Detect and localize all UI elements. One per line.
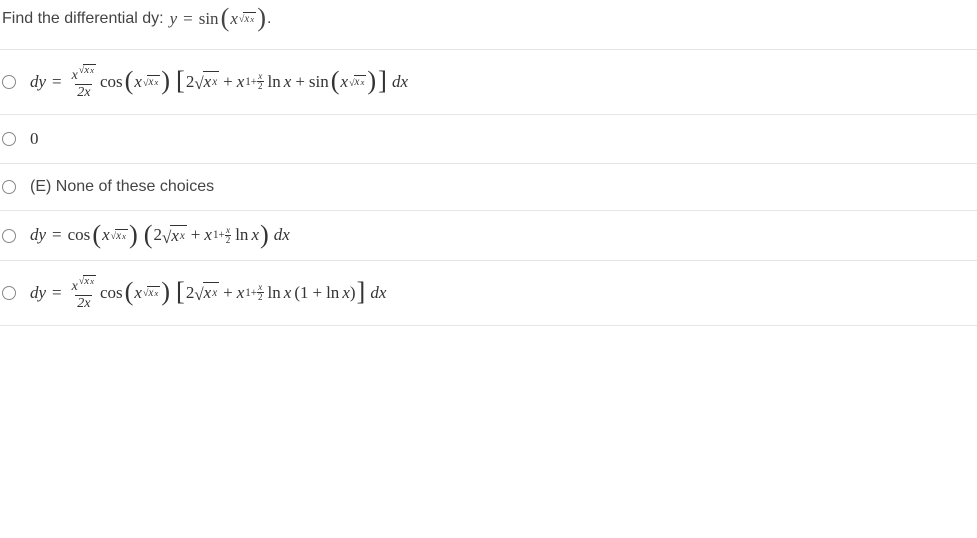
choices-list: dy= x √xx 2x cos ( x √xx ) [ 2 √xx + x 1… bbox=[0, 49, 977, 326]
choice-c-label: (E) None of these choices bbox=[30, 178, 214, 196]
choice-b-label: 0 bbox=[30, 129, 39, 149]
radio-icon[interactable] bbox=[2, 286, 16, 300]
radio-icon[interactable] bbox=[2, 180, 16, 194]
radio-icon[interactable] bbox=[2, 229, 16, 243]
choice-c[interactable]: (E) None of these choices bbox=[0, 163, 977, 210]
radio-icon[interactable] bbox=[2, 75, 16, 89]
question-period: . bbox=[267, 10, 271, 28]
choice-a-math: dy= x √xx 2x cos ( x √xx ) [ 2 √xx + x 1… bbox=[30, 64, 408, 100]
radio-icon[interactable] bbox=[2, 132, 16, 146]
choice-e[interactable]: dy= x √xx 2x cos ( x √xx ) [ 2 √xx + x 1… bbox=[0, 260, 977, 326]
choice-a[interactable]: dy= x √xx 2x cos ( x √xx ) [ 2 √xx + x 1… bbox=[0, 49, 977, 114]
prompt-text: Find the differential dy: bbox=[2, 10, 164, 28]
choice-d[interactable]: dy= cos ( x √xx ) ( 2 √xx + x 1+ x2 lnx … bbox=[0, 210, 977, 260]
choice-d-math: dy= cos ( x √xx ) ( 2 √xx + x 1+ x2 lnx … bbox=[30, 225, 290, 246]
question-line: Find the differential dy: y = sin ( x √ … bbox=[0, 0, 977, 41]
choice-e-math: dy= x √xx 2x cos ( x √xx ) [ 2 √xx + x 1… bbox=[30, 275, 386, 311]
choice-b[interactable]: 0 bbox=[0, 114, 977, 163]
question-math: y = sin ( x √ xx ) bbox=[170, 8, 267, 29]
